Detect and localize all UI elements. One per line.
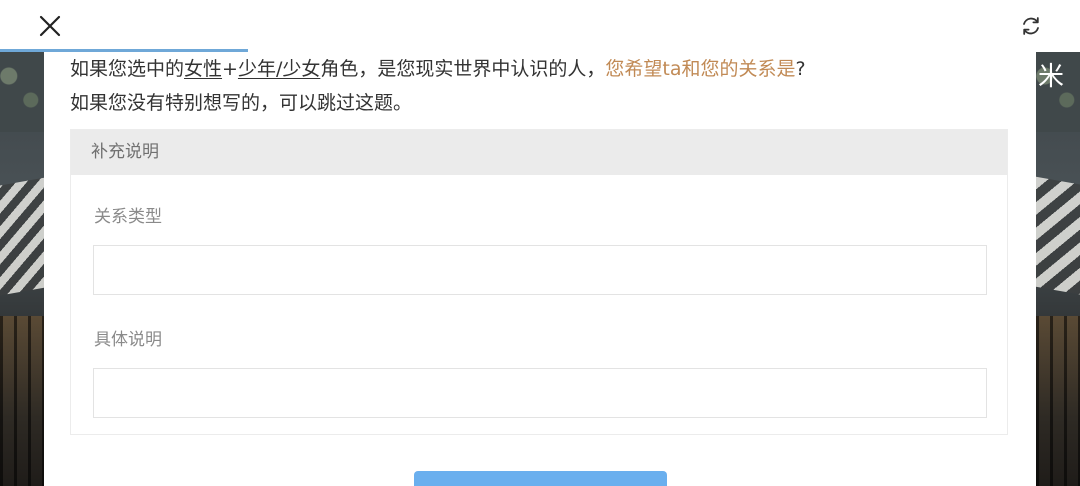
- background-foliage: [0, 52, 44, 132]
- question-plus: +: [222, 58, 238, 80]
- close-icon: [39, 15, 61, 37]
- question-keyword-female: 女性: [184, 58, 223, 80]
- background-left: [0, 52, 44, 486]
- question-part-2: 角色，是您现实世界中认识的人，: [320, 58, 606, 80]
- background-logo-char: 米: [1038, 62, 1065, 92]
- relationship-type-input[interactable]: [93, 245, 987, 295]
- question-part-1: 如果您选中的: [70, 58, 185, 80]
- question-highlight: 您希望ta和您的关系是: [605, 58, 796, 80]
- background-awning: [1036, 176, 1080, 298]
- refresh-icon: [1023, 17, 1039, 35]
- question-keyword-youth: 少年/少女: [237, 58, 321, 80]
- question-text: 如果您选中的女性+少年/少女角色，是您现实世界中认识的人，您希望ta和您的关系是…: [70, 52, 1010, 120]
- question-card: 如果您选中的女性+少年/少女角色，是您现实世界中认识的人，您希望ta和您的关系是…: [44, 52, 1036, 486]
- details-input[interactable]: [93, 368, 987, 418]
- background-windows: [0, 316, 44, 486]
- relationship-type-label: 关系类型: [94, 207, 162, 227]
- background-awning: [0, 176, 44, 298]
- question-line-2: 如果您没有特别想写的，可以跳过这题。: [70, 92, 413, 114]
- page: 米 如果您选中的女性+少年/少女角色，是您现实世界中认识的人，您希望ta和您的关: [0, 0, 1080, 486]
- submit-button[interactable]: [414, 471, 667, 486]
- supplement-panel-title: 补充说明: [71, 130, 1007, 175]
- supplement-panel: 补充说明 关系类型 具体说明: [70, 129, 1008, 435]
- background-right: 米: [1036, 52, 1080, 486]
- details-label: 具体说明: [94, 330, 162, 350]
- background-windows: [1036, 316, 1080, 486]
- refresh-button[interactable]: [1020, 15, 1042, 37]
- close-button[interactable]: [36, 12, 64, 40]
- question-line-1: 如果您选中的女性+少年/少女角色，是您现实世界中认识的人，您希望ta和您的关系是…: [70, 52, 1010, 86]
- question-part-3: ?: [795, 58, 806, 80]
- top-bar: [0, 0, 1080, 52]
